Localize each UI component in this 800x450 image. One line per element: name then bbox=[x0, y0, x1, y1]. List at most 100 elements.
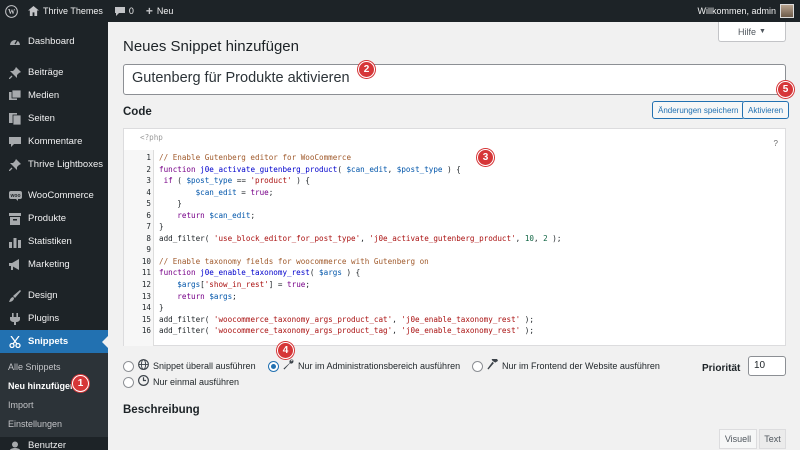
line-code: } bbox=[159, 199, 182, 209]
line-number: 1 bbox=[146, 153, 151, 162]
sidebar-item-plugins[interactable]: Plugins bbox=[0, 307, 108, 330]
line-number: 8 bbox=[146, 233, 151, 243]
scope-option-once[interactable]: Nur einmal ausführen bbox=[123, 375, 239, 389]
line-number: 5 bbox=[146, 199, 151, 209]
scope-everywhere-radio[interactable] bbox=[123, 360, 134, 372]
wrench-icon bbox=[283, 359, 294, 373]
welcome-text: Willkommen, admin bbox=[697, 6, 776, 16]
line-number: 12 bbox=[141, 280, 151, 290]
snippet-title-value: Gutenberg für Produkte aktivieren bbox=[132, 70, 350, 86]
page-title: Neues Snippet hinzufügen bbox=[123, 38, 299, 55]
new-label: Neu bbox=[156, 6, 174, 16]
scope-frontend-radio[interactable] bbox=[472, 360, 483, 372]
scope-admin-radio[interactable] bbox=[268, 360, 279, 372]
account-menu[interactable]: Willkommen, admin bbox=[691, 0, 800, 22]
snippet-title-input[interactable]: Gutenberg für Produkte aktivieren bbox=[123, 64, 786, 95]
sidebar-item-posts[interactable]: Beiträge bbox=[0, 61, 108, 84]
code-line: 8 add_filter( 'use_block_editor_for_post_… bbox=[124, 233, 784, 245]
priority-input[interactable]: 10 bbox=[748, 356, 786, 376]
scope-option-admin[interactable]: Nur im Administrationsbereich ausführen bbox=[268, 359, 460, 373]
code-line: 7} bbox=[124, 221, 784, 233]
scope-once-radio[interactable] bbox=[123, 376, 134, 388]
caret-down-icon: ▼ bbox=[759, 28, 766, 35]
sidebar-item-products[interactable]: Produkte bbox=[0, 207, 108, 230]
sidebar-item-users[interactable]: Benutzer bbox=[0, 437, 108, 450]
line-number: 10 bbox=[141, 256, 151, 266]
sidebar-item-snippets[interactable]: Snippets bbox=[0, 330, 108, 353]
globe-icon bbox=[138, 359, 149, 373]
line-number: 7 bbox=[146, 222, 151, 232]
line-code: return $can_edit; bbox=[177, 210, 256, 220]
sidebar-item-media[interactable]: Medien bbox=[0, 84, 108, 107]
editor-tab-text[interactable]: Text bbox=[759, 429, 786, 449]
code-line: 13 return $args; bbox=[124, 291, 784, 303]
home-icon bbox=[28, 6, 39, 16]
archive-icon bbox=[8, 212, 22, 226]
code-line: 9 bbox=[124, 244, 784, 256]
line-code: } bbox=[159, 222, 164, 232]
submenu-all-snippets[interactable]: Alle Snippets bbox=[0, 357, 108, 376]
scissors-icon bbox=[8, 335, 22, 349]
sidebar-item-comments[interactable]: Kommentare bbox=[0, 130, 108, 153]
sidebar-item-design[interactable]: Design bbox=[0, 284, 108, 307]
svg-text:woo: woo bbox=[9, 193, 20, 199]
sidebar-item-marketing[interactable]: Marketing bbox=[0, 253, 108, 276]
sidebar-item-thrive-lightboxes[interactable]: Thrive Lightboxes bbox=[0, 153, 108, 176]
line-number: 14 bbox=[141, 303, 151, 313]
sidebar-item-dashboard[interactable]: Dashboard bbox=[0, 30, 108, 53]
line-code: add_filter( 'use_block_editor_for_post_t… bbox=[159, 233, 562, 243]
line-number: 3 bbox=[146, 176, 151, 186]
media-icon bbox=[8, 89, 22, 103]
comments-count: 0 bbox=[128, 6, 134, 16]
megaphone-icon bbox=[8, 258, 22, 272]
submenu-import[interactable]: Import bbox=[0, 395, 108, 414]
svg-text:W: W bbox=[7, 8, 15, 16]
php-open-tag: <?php bbox=[140, 133, 163, 142]
wordpress-logo-icon[interactable]: W bbox=[0, 0, 22, 22]
line-code: add_filter( 'woocommerce_taxonomy_args_p… bbox=[159, 326, 534, 336]
editor-tab-visual[interactable]: Visuell bbox=[719, 429, 757, 449]
snippets-submenu: Alle Snippets Neu hinzufügen Import Eins… bbox=[0, 353, 108, 437]
sidebar-item-statistics[interactable]: Statistiken bbox=[0, 230, 108, 253]
line-code: function j0e_activate_gutenberg_product(… bbox=[159, 164, 461, 174]
line-code: return $args; bbox=[177, 291, 237, 301]
thumbtack-icon bbox=[8, 158, 22, 172]
submenu-add-new[interactable]: Neu hinzufügen bbox=[0, 376, 108, 395]
code-line: 3 if ( $post_type == 'product' ) { bbox=[124, 175, 784, 187]
dashboard-icon bbox=[8, 35, 22, 49]
main-content: Hilfe ▼ Neues Snippet hinzufügen Gutenbe… bbox=[108, 22, 800, 450]
activate-button[interactable]: Aktivieren bbox=[742, 101, 790, 119]
code-line: 16 add_filter( 'woocommerce_taxonomy_args… bbox=[124, 325, 784, 337]
save-changes-button[interactable]: Änderungen speichern bbox=[652, 101, 745, 119]
site-name-link[interactable]: Thrive Themes bbox=[22, 0, 109, 22]
line-code: $args['show_in_rest'] = true; bbox=[177, 280, 310, 290]
pin-icon bbox=[8, 66, 22, 80]
callout-badge-2: 2 bbox=[358, 61, 375, 78]
plus-icon: + bbox=[145, 4, 153, 18]
line-code: } bbox=[159, 303, 164, 313]
bar-chart-icon bbox=[8, 235, 22, 249]
site-name: Thrive Themes bbox=[43, 6, 103, 16]
line-code: function j0e_enable_taxonomy_rest( $args… bbox=[159, 268, 361, 278]
submenu-settings[interactable]: Einstellungen bbox=[0, 414, 108, 433]
scope-option-frontend[interactable]: Nur im Frontend der Website ausführen bbox=[472, 359, 660, 373]
line-code: if ( $post_type == 'product' ) { bbox=[163, 176, 310, 186]
code-editor[interactable]: <?php ? 1 // Enable Gutenberg editor for … bbox=[123, 128, 786, 346]
comments-link[interactable]: 0 bbox=[109, 0, 140, 22]
code-line: 2 function j0e_activate_gutenberg_product… bbox=[124, 164, 784, 176]
sidebar-item-pages[interactable]: Seiten bbox=[0, 107, 108, 130]
help-tab-button[interactable]: Hilfe ▼ bbox=[718, 22, 786, 42]
user-icon bbox=[8, 440, 22, 450]
description-label: Beschreibung bbox=[123, 404, 200, 416]
woo-icon: woo bbox=[8, 189, 22, 203]
sidebar-item-woocommerce[interactable]: woo WooCommerce bbox=[0, 184, 108, 207]
line-number: 11 bbox=[141, 268, 151, 278]
callout-badge-5: 5 bbox=[777, 81, 794, 98]
new-content-link[interactable]: + Neu bbox=[140, 0, 180, 22]
editor-help-icon[interactable]: ? bbox=[774, 139, 778, 148]
line-number: 15 bbox=[141, 314, 151, 324]
scope-option-everywhere[interactable]: Snippet überall ausführen bbox=[123, 359, 256, 373]
comment-icon bbox=[8, 135, 22, 149]
hammer-icon bbox=[487, 359, 498, 373]
